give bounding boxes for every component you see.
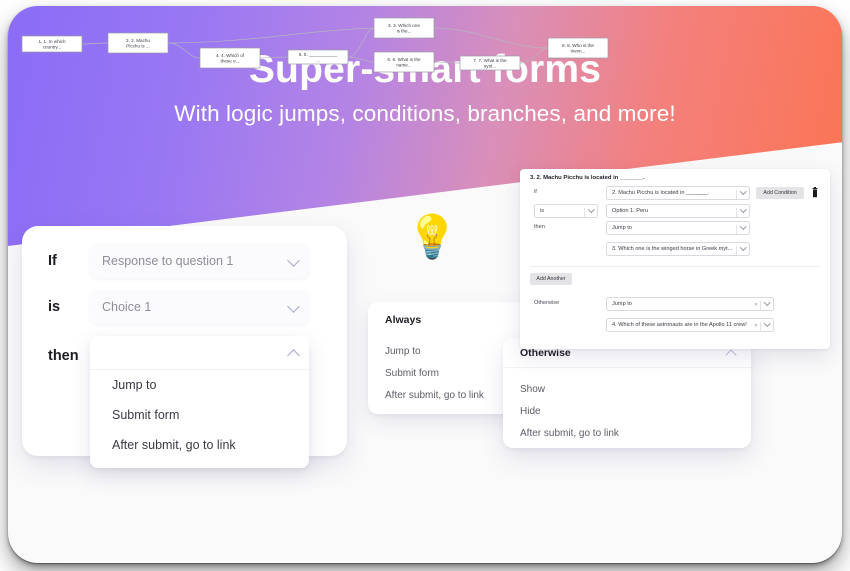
conditions-operator-select[interactable]: is: [534, 204, 598, 218]
otherwise-options-list: Show Hide After submit, go to link: [520, 378, 619, 444]
add-condition-button[interactable]: Add Condition: [756, 187, 804, 199]
flow-node[interactable]: 6. 6. What is thename...: [373, 51, 435, 73]
flow-diagram-svg: 1. 1. In whichcountry... 2. 2. MachuPicch…: [21, 17, 609, 73]
always-card-title: Always: [385, 314, 422, 326]
flow-node-label: 8. 8. Who is the: [562, 43, 594, 48]
trash-icon[interactable]: [811, 187, 819, 199]
then-dropdown-toggle[interactable]: [90, 336, 309, 370]
clear-icon[interactable]: ✕: [754, 323, 758, 329]
always-option-jump-to[interactable]: Jump to: [385, 340, 484, 362]
logic-row-then: then Jump to Submit form After submit, g…: [48, 336, 309, 468]
conditions-otherwise-target-select[interactable]: 4. Which of these astronauts are in the …: [606, 318, 774, 332]
conditions-choice-select[interactable]: Option 1. Peru: [606, 204, 750, 218]
conditions-then-target-select[interactable]: 3. Which one is the winged horse in Gree…: [606, 242, 750, 256]
logic-label-then: then: [48, 348, 79, 364]
panel-divider: [530, 266, 820, 267]
conditions-then-action-select[interactable]: Jump to: [606, 221, 750, 235]
flow-node-label: ...: [316, 57, 320, 62]
chevron-up-icon: [725, 349, 737, 361]
flow-diagram-panel: 1. 1. In which country... 2. 2. Machu Picch…: [8, 6, 648, 92]
select-divider: [736, 224, 737, 234]
conditions-otherwise-action-value: Jump to: [612, 301, 632, 307]
add-another-button[interactable]: Add Another: [530, 273, 572, 285]
page-subtitle: With logic jumps, conditions, branches, …: [174, 101, 676, 126]
then-option-after-submit-link[interactable]: After submit, go to link: [90, 430, 309, 460]
flow-node-label: name...: [396, 62, 411, 67]
always-option-after-submit-link[interactable]: After submit, go to link: [385, 384, 484, 406]
flow-node[interactable]: 2. 2. MachuPicchu is ...: [107, 32, 169, 54]
flow-node[interactable]: 4. 4. Which ofthese o...: [199, 47, 261, 69]
conditions-otherwise-action-select[interactable]: Jump to ✕: [606, 297, 774, 311]
select-divider: [736, 245, 737, 255]
flow-node-label: 3. 3. Which one: [388, 23, 420, 28]
conditions-operator-value: is: [540, 208, 545, 214]
conditions-otherwise-label: Otherwise: [534, 300, 560, 306]
chevron-down-icon: [287, 254, 300, 267]
chevron-down-icon: [764, 320, 771, 327]
clear-icon[interactable]: ✕: [754, 302, 758, 308]
flow-node-label: these o...: [221, 58, 240, 63]
conditions-if-question-select[interactable]: 2. Machu Picchu is located in _______.: [606, 186, 750, 200]
conditions-then-label: then: [534, 224, 545, 230]
conditions-if-label: if: [534, 189, 537, 195]
select-divider: [736, 189, 737, 199]
flow-node-label: 6. 6. What is the: [387, 57, 421, 62]
otherwise-action-card: Otherwise Show Hide After submit, go to …: [503, 338, 751, 448]
conditions-panel: 3. 2. Machu Picchu is located in _______…: [520, 169, 830, 349]
select-divider: [760, 321, 761, 331]
select-divider: [736, 207, 737, 217]
chevron-down-icon: [740, 223, 747, 230]
select-divider: [760, 300, 761, 310]
chevron-down-icon: [287, 300, 300, 313]
flow-node-label: Picchu is ...: [126, 43, 150, 48]
logic-label-is: is: [48, 299, 61, 315]
flow-node-label: 4. 4. Which of: [216, 53, 245, 58]
flow-node-label: syst...: [484, 63, 496, 68]
logic-label-if: If: [48, 253, 57, 269]
device-frame: Super-smart forms With logic jumps, cond…: [8, 6, 842, 563]
flow-node[interactable]: 8. 8. Who is theinven...: [547, 37, 609, 59]
chevron-up-icon: [287, 348, 300, 362]
choice-select[interactable]: Choice 1: [90, 290, 309, 324]
chevron-down-icon: [740, 188, 747, 195]
conditions-if-question-value: 2. Machu Picchu is located in _______.: [612, 190, 710, 196]
logic-row-if: If Response to question 1: [48, 244, 309, 278]
chevron-down-icon: [740, 244, 747, 251]
flow-node[interactable]: 7. 7. What is thesyst...: [459, 55, 521, 71]
choice-select-value: Choice 1: [102, 300, 152, 314]
otherwise-option-hide[interactable]: Hide: [520, 400, 619, 422]
conditions-then-action-value: Jump to: [612, 225, 632, 231]
logic-rule-card: If Response to question 1 is Choice 1 th…: [22, 226, 347, 468]
then-option-jump-to[interactable]: Jump to: [90, 370, 309, 400]
logic-row-is: is Choice 1: [48, 290, 309, 324]
select-divider: [584, 207, 585, 217]
flow-node-label: 2. 2. Machu: [126, 38, 150, 43]
then-option-submit-form[interactable]: Submit form: [90, 400, 309, 430]
conditions-then-target-value: 3. Which one is the winged horse in Gree…: [612, 246, 733, 252]
flow-node-label: inven...: [571, 48, 586, 53]
otherwise-option-after-submit-link[interactable]: After submit, go to link: [520, 422, 619, 444]
chevron-down-icon: [764, 299, 771, 306]
flow-node[interactable]: 3. 3. Which oneis the...: [373, 17, 435, 39]
then-action-dropdown: Jump to Submit form After submit, go to …: [90, 336, 309, 468]
lightbulb-icon: 💡: [406, 213, 459, 260]
conditions-otherwise-target-value: 4. Which of these astronauts are in the …: [612, 322, 747, 328]
question-select[interactable]: Response to question 1: [90, 244, 309, 278]
flow-node-label: is the...: [397, 28, 412, 33]
question-select-value: Response to question 1: [102, 254, 234, 268]
conditions-choice-value: Option 1. Peru: [612, 208, 649, 214]
flow-node[interactable]: 5. 5. ___________...: [287, 49, 349, 65]
flow-node[interactable]: 1. 1. In whichcountry...: [21, 35, 83, 53]
flow-node-label: country...: [43, 44, 62, 49]
always-option-submit-form[interactable]: Submit form: [385, 362, 484, 384]
otherwise-option-show[interactable]: Show: [520, 378, 619, 400]
flow-node-label: 7. 7. What is the: [473, 58, 507, 63]
chevron-down-icon: [740, 206, 747, 213]
flow-node-label: 5. 5. ___________: [299, 52, 338, 57]
conditions-panel-title: 3. 2. Machu Picchu is located in _______…: [530, 175, 645, 181]
flow-node-label: 1. 1. In which: [38, 39, 66, 44]
always-options-list: Jump to Submit form After submit, go to …: [385, 340, 484, 406]
chevron-down-icon: [588, 206, 595, 213]
